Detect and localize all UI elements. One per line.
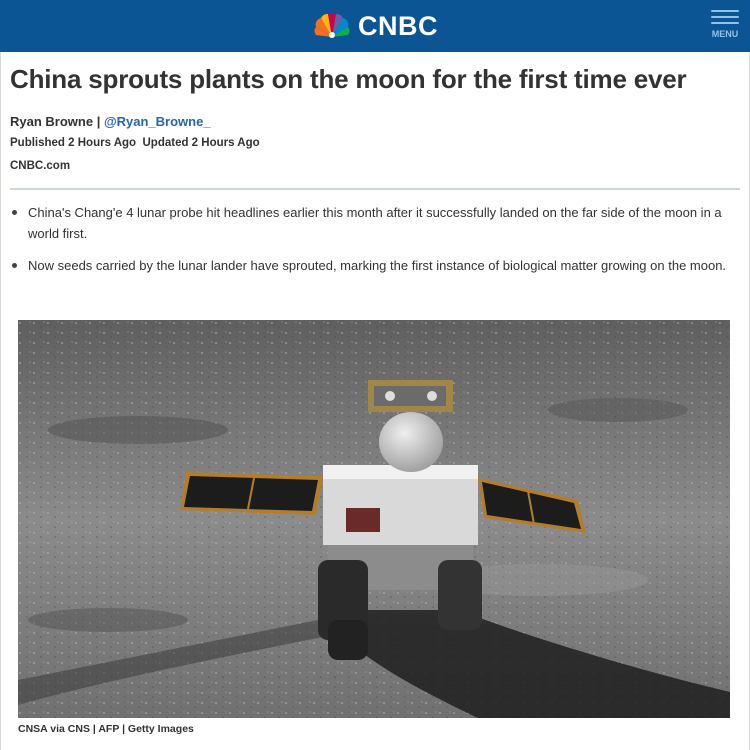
byline-separator: | [93, 114, 104, 129]
divider [10, 188, 740, 190]
menu-button[interactable]: MENU [708, 8, 742, 44]
article-source: CNBC.com [10, 160, 71, 172]
key-points: China's Chang'e 4 lunar probe hit headli… [10, 202, 740, 287]
key-point: China's Chang'e 4 lunar probe hit headli… [10, 202, 740, 244]
peacock-icon [314, 13, 350, 38]
author-twitter-link[interactable]: @Ryan_Browne_ [104, 114, 211, 129]
image-caption: CNSA via CNS | AFP | Getty Images [18, 723, 194, 735]
author-name[interactable]: Ryan Browne [10, 114, 93, 129]
article-headline: China sprouts plants on the moon for the… [10, 64, 687, 94]
moon-rover-photo [18, 320, 730, 718]
key-point: Now seeds carried by the lunar lander ha… [10, 255, 740, 276]
menu-label: MENU [711, 29, 739, 39]
updated-time: Updated 2 Hours Ago [142, 137, 260, 149]
timestamps: Published 2 Hours Ago Updated 2 Hours Ag… [10, 137, 260, 149]
brand-wordmark: CNBC [358, 10, 438, 41]
site-header: CNBC MENU [0, 0, 750, 52]
byline: Ryan Browne | @Ryan_Browne_ [10, 114, 211, 129]
published-time: Published 2 Hours Ago [10, 137, 137, 149]
cnbc-logo[interactable]: CNBC [312, 11, 438, 42]
hero-image [18, 320, 730, 718]
hamburger-icon [711, 10, 739, 28]
